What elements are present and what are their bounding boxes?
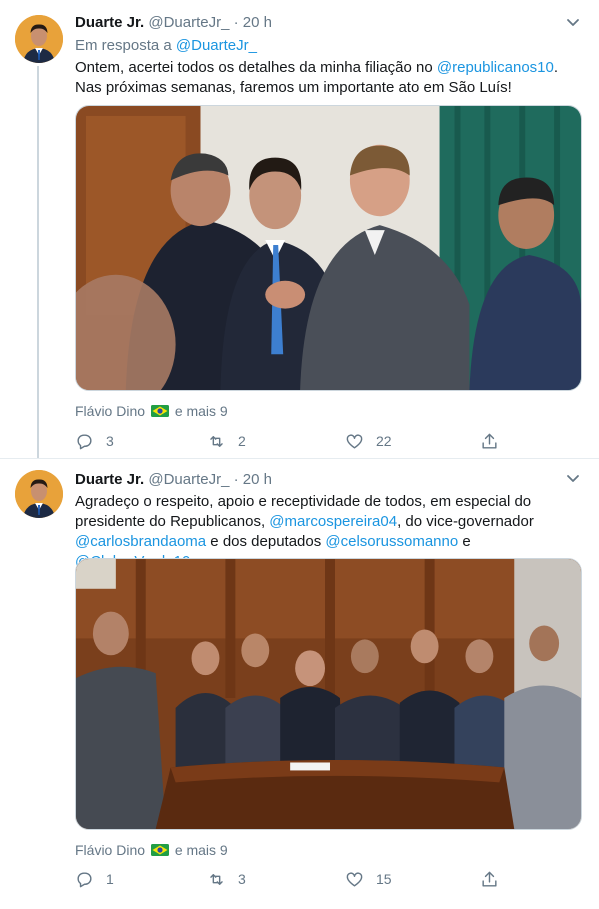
tweet-2[interactable]: Duarte Jr. @DuarteJr_ · 20 h Agradeço o …	[0, 458, 599, 909]
tweet-1[interactable]: Duarte Jr. @DuarteJr_ · 20 h Em resposta…	[0, 0, 599, 459]
share-icon	[482, 433, 497, 449]
timestamp[interactable]: · 20 h	[234, 14, 272, 31]
text-segment: , do vice-governador	[397, 513, 534, 530]
chevron-down-icon[interactable]	[565, 14, 581, 30]
text-segment: Ontem, acertei todos os detalhes da minh…	[75, 59, 437, 76]
retweet-button[interactable]: 3	[207, 868, 246, 890]
reply-button[interactable]: 1	[75, 868, 114, 890]
tweet-actions: 3 2 22	[75, 430, 497, 452]
tweet-photo[interactable]	[75, 105, 582, 391]
reply-icon	[77, 433, 92, 449]
avatar[interactable]	[15, 470, 63, 518]
retweet-count: 2	[238, 433, 246, 449]
reply-count: 1	[106, 871, 114, 887]
avatar[interactable]	[15, 15, 63, 63]
tweet-header: Duarte Jr. @DuarteJr_ · 20 h	[75, 13, 272, 33]
retweet-icon	[210, 873, 223, 885]
author-name[interactable]: Duarte Jr.	[75, 471, 144, 488]
liked-by-name: Flávio Dino	[75, 842, 146, 858]
share-button[interactable]	[480, 868, 511, 890]
brazil-flag-icon	[150, 844, 169, 856]
like-count: 15	[376, 871, 392, 887]
reply-to-link[interactable]: @DuarteJr_	[176, 37, 257, 54]
author-name[interactable]: Duarte Jr.	[75, 14, 144, 31]
share-icon	[482, 871, 497, 887]
heart-icon	[346, 871, 363, 887]
reply-button[interactable]: 3	[75, 430, 114, 452]
liked-by-more: e mais 9	[174, 842, 228, 858]
reply-count: 3	[106, 433, 114, 449]
share-button[interactable]	[480, 430, 511, 452]
tweet-header: Duarte Jr. @DuarteJr_ · 20 h	[75, 470, 272, 490]
author-handle[interactable]: @DuarteJr_	[148, 14, 229, 31]
like-count: 22	[376, 433, 392, 449]
heart-icon	[346, 433, 363, 449]
reply-context: Em resposta a @DuarteJr_	[75, 36, 257, 56]
mention-link[interactable]: @celsorussomanno	[325, 533, 458, 550]
liked-by[interactable]: Flávio Dino e mais 9	[75, 402, 228, 420]
like-button[interactable]: 22	[345, 430, 392, 452]
mention-link[interactable]: @marcospereira04	[269, 513, 397, 530]
tweet-text: Ontem, acertei todos os detalhes da minh…	[75, 58, 587, 98]
liked-by[interactable]: Flávio Dino e mais 9	[75, 841, 228, 859]
text-segment: e dos deputados	[206, 533, 326, 550]
liked-by-more: e mais 9	[174, 403, 228, 419]
mention-link[interactable]: @carlosbrandaoma	[75, 533, 206, 550]
tweet-photo[interactable]	[75, 558, 582, 830]
tweet-actions: 1 3 15	[75, 868, 497, 890]
author-handle[interactable]: @DuarteJr_	[148, 471, 229, 488]
text-segment: e	[458, 533, 471, 550]
reply-prefix: Em resposta a	[75, 37, 176, 54]
like-button[interactable]: 15	[345, 868, 392, 890]
retweet-button[interactable]: 2	[207, 430, 246, 452]
thread-line	[37, 66, 39, 458]
chevron-down-icon[interactable]	[565, 470, 581, 486]
reply-icon	[77, 871, 92, 887]
liked-by-name: Flávio Dino	[75, 403, 146, 419]
mention-link[interactable]: @republicanos10	[437, 59, 554, 76]
retweet-icon	[210, 435, 223, 447]
retweet-count: 3	[238, 871, 246, 887]
timestamp[interactable]: · 20 h	[234, 471, 272, 488]
brazil-flag-icon	[150, 405, 169, 417]
